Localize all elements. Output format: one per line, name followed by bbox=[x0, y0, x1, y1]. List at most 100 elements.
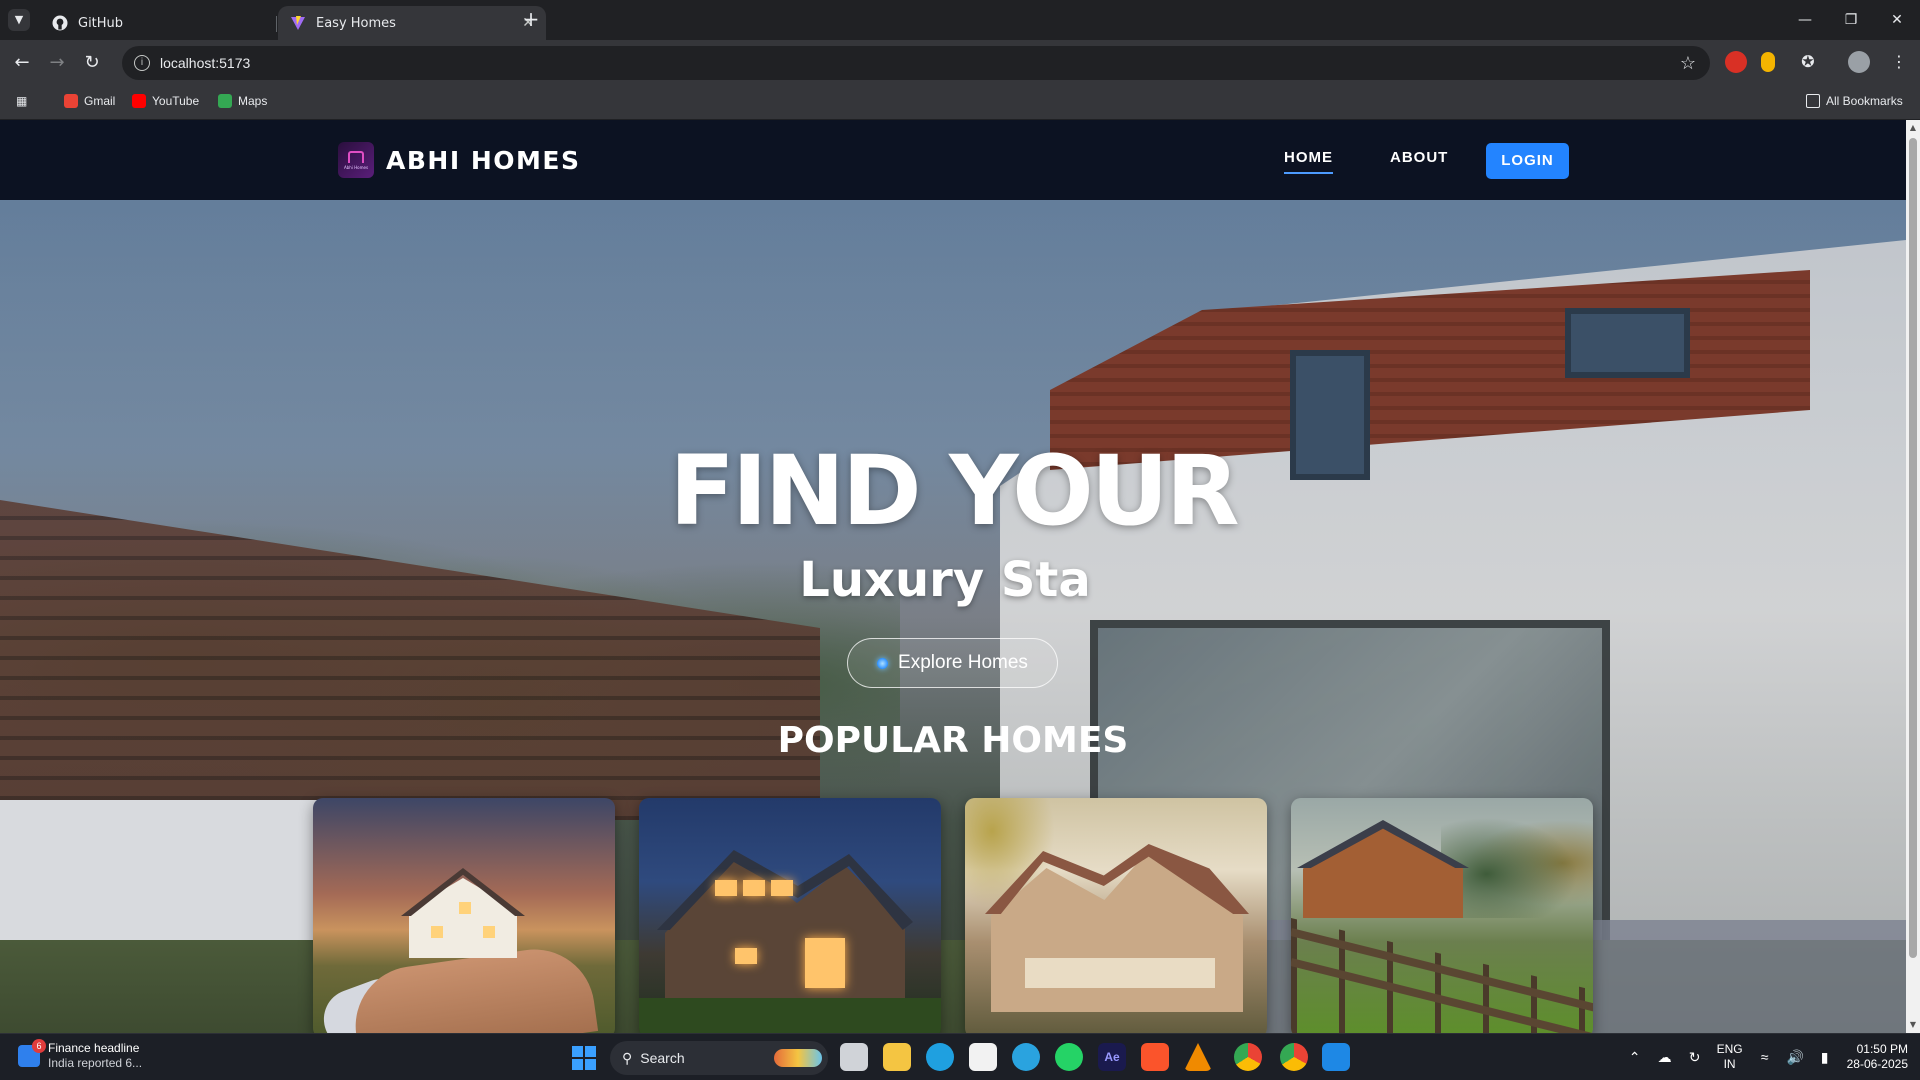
bookmark-label: YouTube bbox=[152, 94, 200, 108]
volume-icon[interactable]: 🔊 bbox=[1787, 1049, 1804, 1065]
forward-icon[interactable]: → bbox=[45, 51, 69, 75]
show-hidden-icons-icon[interactable]: ⌃ bbox=[1627, 1049, 1643, 1065]
bookmark-youtube[interactable]: YouTube bbox=[132, 94, 199, 108]
site-info-icon[interactable]: i bbox=[134, 55, 150, 71]
language-indicator[interactable]: ENG IN bbox=[1717, 1042, 1743, 1072]
nav-about-link[interactable]: ABOUT bbox=[1390, 149, 1448, 166]
browser-toolbar: ← → ↻ i localhost:5173 ☆ ✪ ⋮ bbox=[0, 40, 1920, 86]
sync-icon[interactable]: ↻ bbox=[1687, 1049, 1703, 1065]
porch-shape bbox=[1025, 958, 1215, 988]
window-shape bbox=[431, 926, 443, 938]
bookmark-label: Gmail bbox=[84, 94, 116, 108]
bookmark-star-icon[interactable]: ☆ bbox=[1680, 53, 1696, 74]
file-explorer-icon[interactable] bbox=[883, 1043, 911, 1071]
gmail-icon bbox=[64, 94, 78, 108]
all-bookmarks[interactable]: All Bookmarks bbox=[1806, 94, 1903, 108]
telegram-icon[interactable] bbox=[1012, 1043, 1040, 1071]
lit-window-shape bbox=[743, 880, 765, 896]
scroll-down-icon[interactable]: ▼ bbox=[1906, 1017, 1920, 1033]
windows-start-icon[interactable] bbox=[572, 1046, 596, 1070]
vite-icon bbox=[291, 16, 305, 30]
window-shape bbox=[459, 902, 471, 914]
bookmarks-bar: ▦ Gmail YouTube Maps All Bookmarks bbox=[0, 86, 1920, 120]
scroll-up-icon[interactable]: ▲ bbox=[1906, 120, 1920, 136]
reload-icon[interactable]: ↻ bbox=[80, 51, 104, 75]
extension-red-icon[interactable] bbox=[1725, 51, 1747, 73]
popular-homes-heading: POPULAR HOMES bbox=[777, 720, 1129, 761]
tab-divider bbox=[276, 16, 277, 32]
system-tray: ⌃ ☁ ↻ ENG IN ≈ 🔊 ▮ 01:50 PM 28-06-2025 bbox=[1627, 1040, 1908, 1074]
taskbar-search[interactable]: ⚲ Search bbox=[610, 1041, 828, 1075]
house-shape bbox=[1303, 828, 1463, 918]
logo-house-icon bbox=[348, 150, 364, 163]
folder-icon bbox=[1806, 94, 1820, 108]
task-view-icon[interactable] bbox=[840, 1043, 868, 1071]
brand[interactable]: Abhi Homes ABHI HOMES bbox=[338, 142, 580, 178]
whatsapp-icon[interactable] bbox=[1055, 1043, 1083, 1071]
tab-github[interactable]: GitHub ✕ bbox=[40, 6, 308, 40]
lawn-shape bbox=[639, 998, 941, 1033]
search-icon: ⚲ bbox=[622, 1049, 633, 1066]
news-widget[interactable]: 6 Finance headline India reported 6... bbox=[18, 1039, 142, 1071]
brand-name: ABHI HOMES bbox=[386, 145, 581, 175]
battery-icon[interactable]: ▮ bbox=[1817, 1049, 1833, 1065]
explore-homes-button[interactable]: Explore Homes bbox=[847, 638, 1058, 688]
chrome-icon[interactable] bbox=[1234, 1043, 1262, 1071]
back-icon[interactable]: ← bbox=[10, 51, 34, 75]
profile-avatar-icon[interactable] bbox=[1848, 51, 1870, 73]
window-shape bbox=[483, 926, 495, 938]
bookmark-maps[interactable]: Maps bbox=[218, 94, 267, 108]
extension-yellow-icon[interactable] bbox=[1761, 52, 1775, 72]
clock-date: 28-06-2025 bbox=[1846, 1057, 1908, 1071]
maps-icon bbox=[218, 94, 232, 108]
brave-icon[interactable] bbox=[1141, 1043, 1169, 1071]
lang-line1: ENG bbox=[1716, 1042, 1743, 1056]
restore-icon[interactable]: ❐ bbox=[1828, 0, 1874, 40]
house-shape bbox=[409, 878, 517, 958]
onedrive-icon[interactable]: ☁ bbox=[1657, 1049, 1673, 1065]
address-bar[interactable]: i localhost:5173 ☆ bbox=[122, 46, 1710, 80]
explore-homes-label: Explore Homes bbox=[898, 652, 1028, 673]
bookmark-gmail[interactable]: Gmail bbox=[64, 94, 115, 108]
hero-title: FIND YOUR bbox=[669, 435, 1239, 547]
glow-dot-icon bbox=[877, 657, 889, 669]
tab-search-chevron-icon[interactable]: ▼ bbox=[8, 9, 30, 31]
clock[interactable]: 01:50 PM 28-06-2025 bbox=[1847, 1042, 1908, 1072]
extensions-puzzle-icon[interactable]: ✪ bbox=[1797, 51, 1819, 73]
more-menu-icon[interactable]: ⋮ bbox=[1888, 51, 1910, 73]
tab-easy-homes[interactable]: Easy Homes ✕ bbox=[278, 6, 546, 40]
github-icon bbox=[52, 15, 68, 31]
close-window-icon[interactable]: ✕ bbox=[1874, 0, 1920, 40]
new-tab-icon[interactable]: + bbox=[520, 9, 542, 31]
youtube-icon bbox=[132, 94, 146, 108]
home-card-victorian-house[interactable] bbox=[965, 798, 1267, 1033]
after-effects-icon[interactable]: Ae bbox=[1098, 1043, 1126, 1071]
home-card-farmhouse[interactable] bbox=[1291, 798, 1593, 1033]
ms-store-icon[interactable] bbox=[969, 1043, 997, 1071]
minimize-icon[interactable]: — bbox=[1782, 0, 1828, 40]
vlc-icon[interactable] bbox=[1184, 1043, 1212, 1071]
clock-time: 01:50 PM bbox=[1856, 1042, 1908, 1056]
login-button[interactable]: LOGIN bbox=[1486, 143, 1569, 179]
lang-line2: IN bbox=[1723, 1057, 1736, 1071]
chrome-profile-icon[interactable] bbox=[1280, 1043, 1308, 1071]
edge-icon[interactable] bbox=[926, 1043, 954, 1071]
home-card-night-cabin[interactable] bbox=[639, 798, 941, 1033]
search-highlight-art bbox=[774, 1049, 822, 1067]
page-scrollbar[interactable]: ▲ ▼ bbox=[1906, 120, 1920, 1033]
scroll-thumb[interactable] bbox=[1909, 138, 1917, 958]
search-label: Search bbox=[640, 1050, 685, 1066]
windows-taskbar: 6 Finance headline India reported 6... ⚲… bbox=[0, 1033, 1920, 1080]
tree-shape bbox=[1441, 808, 1593, 918]
lit-window-shape bbox=[715, 880, 737, 896]
wifi-icon[interactable]: ≈ bbox=[1757, 1049, 1773, 1065]
all-bookmarks-label: All Bookmarks bbox=[1826, 94, 1903, 108]
home-card-house-in-hand[interactable] bbox=[313, 798, 615, 1033]
vscode-icon[interactable] bbox=[1322, 1043, 1350, 1071]
widget-badge: 6 bbox=[32, 1039, 46, 1053]
apps-grid-icon[interactable]: ▦ bbox=[16, 94, 27, 108]
url-text: localhost:5173 bbox=[160, 55, 251, 71]
finance-widget-icon: 6 bbox=[18, 1039, 46, 1067]
nav-home-link[interactable]: HOME bbox=[1284, 149, 1333, 174]
lit-window-shape bbox=[805, 938, 845, 988]
